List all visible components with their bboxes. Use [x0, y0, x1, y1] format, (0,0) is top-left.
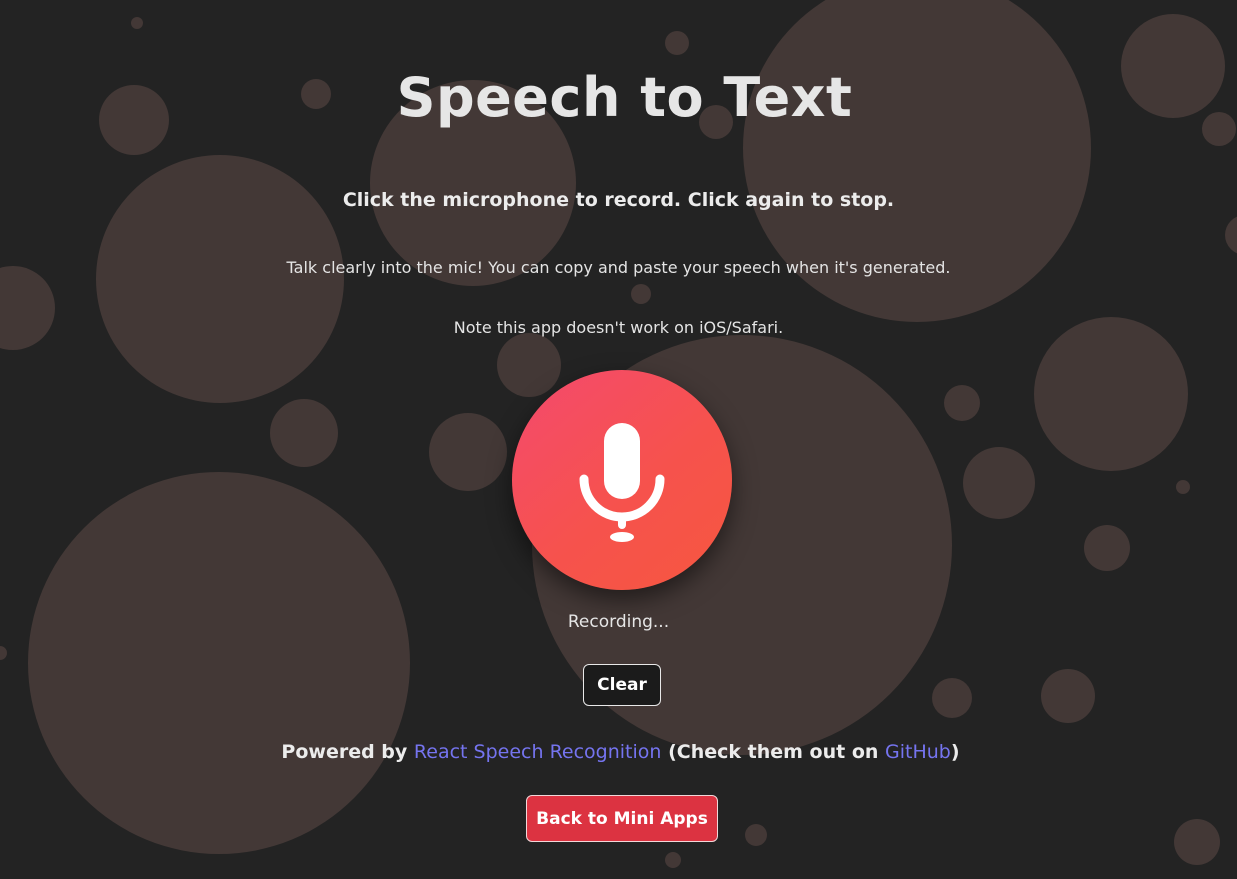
react-speech-recognition-link[interactable]: React Speech Recognition: [414, 741, 662, 763]
microphone-record-button[interactable]: [512, 370, 732, 590]
recording-instruction: Click the microphone to record. Click ag…: [342, 189, 895, 211]
speaking-tip: Talk clearly into the mic! You can copy …: [286, 258, 951, 277]
credits-suffix: ): [950, 741, 960, 763]
credits-prefix: Powered by: [281, 741, 408, 763]
recording-status: Recording...: [567, 612, 670, 632]
compatibility-note: Note this app doesn't work on iOS/Safari…: [453, 318, 784, 337]
app-page: Speech to Text Click the microphone to r…: [0, 0, 1237, 879]
back-to-mini-apps-button[interactable]: Back to Mini Apps: [526, 795, 718, 842]
clear-button[interactable]: Clear: [583, 664, 661, 706]
credits-middle: (Check them out on: [668, 741, 879, 763]
github-link[interactable]: GitHub: [885, 741, 951, 763]
main-content: Speech to Text Click the microphone to r…: [0, 0, 1237, 879]
credits-line: Powered by React Speech Recognition (Che…: [2, 741, 1237, 763]
microphone-icon: [579, 423, 665, 542]
page-title: Speech to Text: [396, 66, 853, 129]
